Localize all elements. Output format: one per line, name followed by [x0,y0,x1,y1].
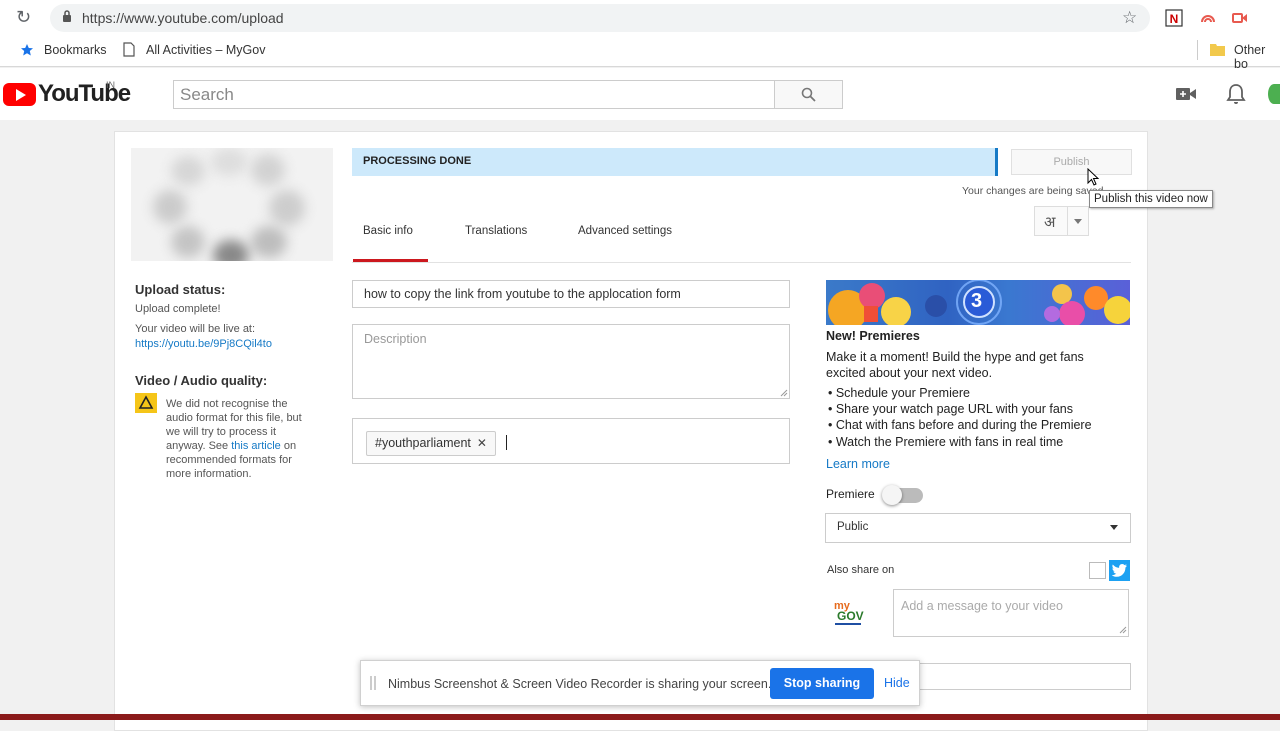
twitter-share-button[interactable] [1109,560,1130,581]
warning-icon [135,393,157,413]
live-at-text: Your video will be live at: [135,323,256,335]
hide-button[interactable]: Hide [884,676,910,690]
share-checkbox[interactable] [1089,562,1106,579]
svg-text:GOV: GOV [837,609,864,623]
video-link[interactable]: https://youtu.be/9Pj8CQil4to [135,337,272,351]
tab-advanced-settings[interactable]: Advanced settings [578,225,672,237]
language-glyph: अ [1044,213,1056,231]
extension-cast-icon[interactable] [1199,9,1217,27]
language-button[interactable]: अ [1034,206,1089,236]
mouse-cursor-icon [1087,168,1100,186]
bookmark-other[interactable]: Other bo [1234,43,1280,71]
avatar[interactable] [1268,84,1280,104]
publish-tooltip: Publish this video now [1089,190,1213,208]
privacy-select[interactable]: Public [825,513,1131,543]
premieres-title: New! Premieres [826,329,920,343]
quality-message: We did not recognise the audio format fo… [166,397,314,481]
country-code: IN [106,80,115,90]
language-divider [1067,207,1068,235]
premieres-bullet: • Schedule your Premiere [828,386,970,400]
article-link[interactable]: this article [231,440,281,452]
share-label: Also share on [827,564,895,576]
publish-button[interactable]: Publish [1011,149,1132,175]
premieres-banner: 3 [826,280,1130,325]
active-tab-indicator [353,259,428,262]
chevron-down-icon [1110,525,1118,530]
share-message-input[interactable]: Add a message to your video [893,589,1129,637]
premieres-bullet: • Watch the Premiere with fans in real t… [828,435,1064,449]
bookmark-star-icon[interactable]: ☆ [1122,8,1137,28]
youtube-logo-text[interactable]: YouTube [38,80,131,108]
tag-label: #youthparliament [375,436,471,450]
tab-basic-info[interactable]: Basic info [363,225,413,237]
tag-chip[interactable]: #youthparliament ✕ [366,431,496,456]
url-text[interactable]: https://www.youtube.com/upload [82,10,284,26]
os-taskbar [0,714,1280,720]
mygov-logo: my GOV [831,596,873,628]
tab-divider [352,262,1131,263]
remove-tag-icon[interactable]: ✕ [477,436,487,450]
premieres-bullet: • Chat with fans before and during the P… [828,418,1092,432]
premiere-toggle-label: Premiere [826,487,875,501]
bookmark-bookmarks[interactable]: Bookmarks [44,43,107,57]
search-button[interactable] [774,80,843,109]
description-input[interactable]: Description [352,324,790,399]
screen-share-text: Nimbus Screenshot & Screen Video Recorde… [388,677,772,691]
save-status-text: Your changes are being saved. [962,185,1107,197]
resize-handle-icon[interactable] [1119,626,1127,634]
tab-translations[interactable]: Translations [465,225,527,237]
extension-record-icon[interactable] [1231,9,1249,27]
svg-text:N: N [1170,12,1179,26]
text-caret [506,435,507,450]
bookmark-mygov[interactable]: All Activities – MyGov [146,43,265,57]
search-icon [801,87,816,102]
progress-label: PROCESSING DONE [363,155,472,167]
folder-icon [1210,44,1225,56]
twitter-icon [1112,564,1127,577]
learn-more-link[interactable]: Learn more [826,457,890,471]
page-icon [123,42,135,57]
title-input[interactable]: how to copy the link from youtube to the… [352,280,790,308]
video-camera-icon[interactable] [1175,85,1197,103]
chevron-down-icon [1074,219,1082,224]
stop-sharing-button[interactable]: Stop sharing [770,668,874,699]
lock-icon [63,10,71,22]
extension-n-icon[interactable]: N [1165,9,1183,27]
drag-handle-icon[interactable] [370,676,376,690]
premiere-toggle-knob[interactable] [882,485,902,505]
video-thumbnail [131,148,333,261]
bookmark-star-filled-icon [21,44,33,56]
search-input[interactable]: Search [173,80,775,109]
premieres-description: Make it a moment! Build the hype and get… [826,350,1084,380]
upload-status-text: Upload complete! [135,303,221,315]
bell-icon[interactable] [1226,83,1246,105]
quality-heading: Video / Audio quality: [135,373,268,388]
premieres-bullet: • Share your watch page URL with your fa… [828,402,1074,416]
upload-status-heading: Upload status: [135,282,226,297]
reload-icon[interactable]: ↻ [16,9,34,27]
resize-handle-icon[interactable] [780,389,788,397]
bookmark-divider [1197,40,1198,60]
countdown-number: 3 [971,290,983,312]
youtube-logo-icon[interactable] [3,83,36,106]
